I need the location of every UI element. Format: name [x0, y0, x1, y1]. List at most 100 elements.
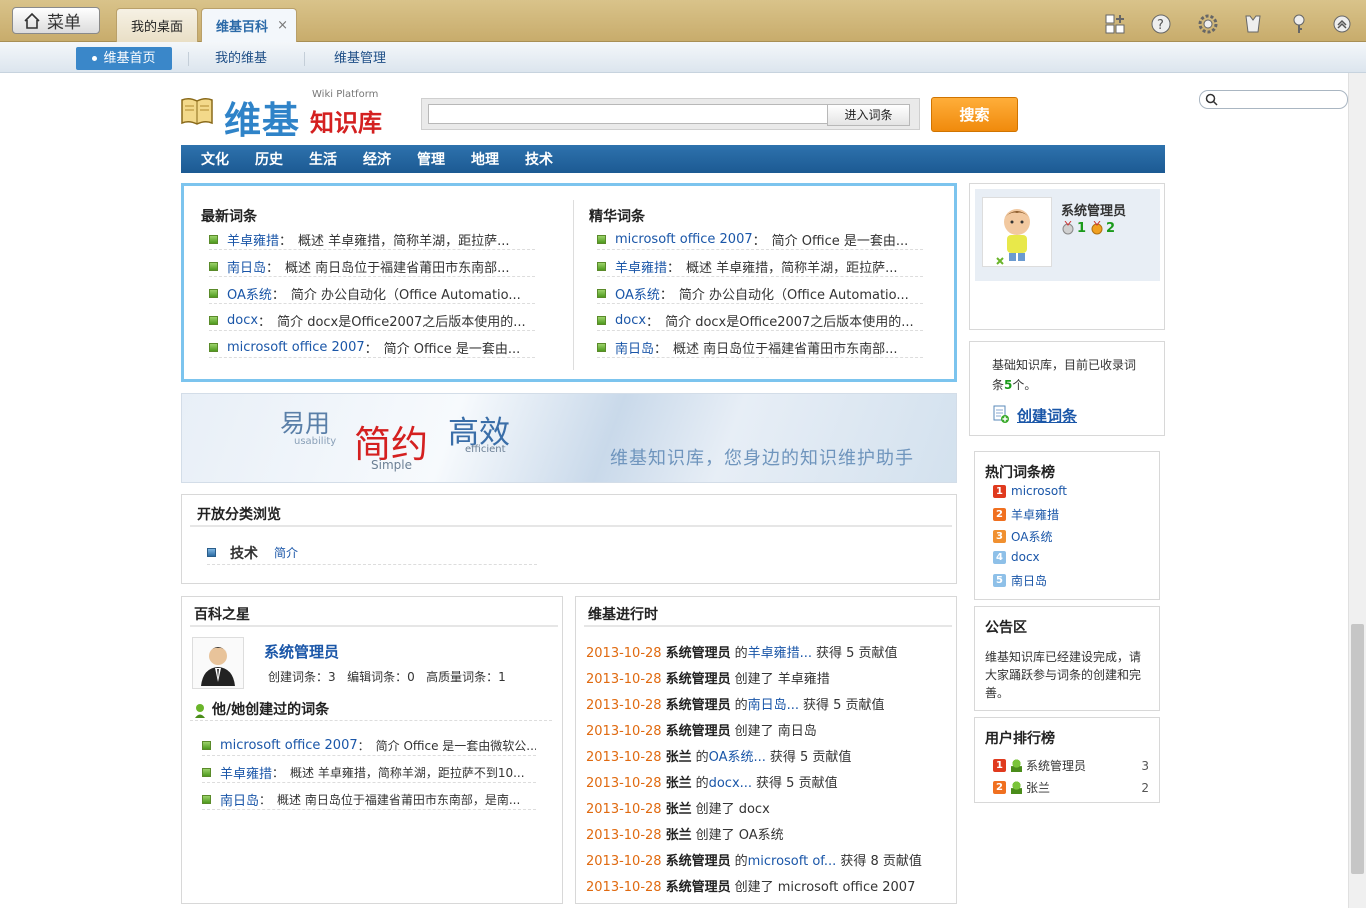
page-scrollbar[interactable] [1348, 73, 1366, 908]
menu-button[interactable]: 菜单 [12, 7, 100, 34]
bullet-icon [202, 768, 211, 777]
subnav-wiki-home[interactable]: 维基首页 [76, 47, 172, 70]
category-life[interactable]: 生活 [309, 149, 337, 169]
entry-link[interactable]: 羊卓雍措 [615, 257, 667, 276]
category-history[interactable]: 历史 [255, 149, 283, 169]
skin-icon[interactable] [1242, 13, 1264, 35]
entry-link[interactable]: microsoft office 2007 [227, 340, 365, 355]
tab-wiki[interactable]: 维基百科 × [201, 8, 297, 42]
top-search-input[interactable] [1199, 90, 1348, 109]
user-rank-title: 用户排行榜 [985, 731, 1055, 747]
category-geography[interactable]: 地理 [471, 149, 499, 169]
hot-entry-link[interactable]: docx [1011, 550, 1040, 564]
key-icon[interactable] [1288, 13, 1310, 35]
entry-row: microsoft office 2007： 简介 Office 是一套由... [597, 230, 923, 250]
user-icon [1011, 781, 1022, 794]
tab-my-desktop[interactable]: 我的桌面 [116, 8, 198, 42]
enter-entry-button[interactable]: 进入词条 [827, 104, 910, 126]
wiki-logo: 维基 Wiki Platform 知识库 [180, 89, 400, 142]
entry-link[interactable]: microsoft office 2007 [220, 738, 358, 753]
activity-date: 2013-10-28 [586, 880, 662, 895]
entry-link[interactable]: OA系统 [615, 284, 660, 303]
entry-link[interactable]: microsoft office 2007 [615, 232, 753, 247]
activity-user: 系统管理员 [665, 854, 731, 869]
search-box: 进入词条 [421, 98, 920, 130]
created-entries-title: 他/她创建过的词条 [212, 702, 330, 718]
entry-link[interactable]: docx [227, 313, 258, 328]
logo-title-red: 知识库 [310, 109, 382, 137]
activity-text: 的 [734, 698, 748, 713]
entry-link[interactable]: 南日岛 [227, 257, 266, 276]
activity-date: 2013-10-28 [586, 750, 662, 765]
hot-entry-row: 5 南日岛 [993, 572, 1047, 589]
activity-text: 的 [734, 646, 748, 661]
search-icon [1205, 93, 1218, 106]
logo-title-blue: 维基 [224, 99, 300, 142]
hot-entry-link[interactable]: OA系统 [1011, 528, 1052, 545]
user-rank-score: 2 [1141, 780, 1149, 795]
open-category-link[interactable]: 简介 [274, 544, 298, 561]
rank-badge: 4 [993, 550, 1006, 564]
activity-text: 获得 8 贡献值 [840, 854, 922, 869]
entry-row: microsoft office 2007： 简介 Office 是一套由微软公.… [202, 736, 536, 756]
activity-text: 获得 5 贡献值 [803, 698, 885, 713]
entry-row: microsoft office 2007： 简介 Office 是一套由... [209, 338, 535, 358]
star-stats: 创建词条：3 编辑词条：0 高质量词条：1 [268, 670, 506, 684]
scroll-thumb[interactable] [1351, 624, 1364, 874]
activity-row: 2013-10-28 张兰 的OA系统... 获得 5 贡献值 [586, 746, 851, 765]
hot-entry-link[interactable]: 南日岛 [1011, 572, 1047, 589]
profile-name: 系统管理员 [1061, 204, 1127, 219]
hot-entry-link[interactable]: microsoft [1011, 484, 1067, 498]
category-technology[interactable]: 技术 [525, 149, 553, 169]
entry-colon: ： [659, 288, 673, 303]
activity-text: 的 [695, 750, 709, 765]
activity-link[interactable]: docx... [709, 776, 752, 791]
user-rank-row: 1 系统管理员 3 [993, 757, 1149, 774]
user-rank-row: 2 张兰 2 [993, 779, 1149, 796]
entry-row: 南日岛： 概述 南日岛位于福建省莆田市东南部... [597, 338, 923, 358]
category-culture[interactable]: 文化 [201, 149, 229, 169]
entry-link[interactable]: 羊卓雍措 [220, 763, 272, 782]
activity-user: 张兰 [665, 750, 692, 765]
activity-text: 获得 5 贡献值 [756, 776, 838, 791]
entry-row: 羊卓雍措： 概述 羊卓雍措，简称羊湖，距拉萨不到10... [202, 763, 536, 783]
collapse-icon[interactable] [1331, 13, 1353, 35]
entry-desc: 简介 docx是Office2007之后版本使用的... [665, 315, 914, 330]
rank-badge: 2 [993, 508, 1006, 521]
hot-entries-panel: 热门词条榜 1 microsoft 2 羊卓雍措 3 OA系统 4 docx 5 南日岛 [974, 451, 1160, 600]
category-economy[interactable]: 经济 [363, 149, 391, 169]
entry-colon: ： [357, 739, 370, 753]
star-user-link[interactable]: 系统管理员 [264, 641, 339, 662]
entry-colon: ： [259, 793, 272, 807]
activity-link[interactable]: OA系统... [709, 750, 766, 765]
help-icon[interactable]: ? [1150, 13, 1172, 35]
search-input[interactable] [428, 104, 828, 124]
entry-link[interactable]: docx [615, 313, 646, 328]
activity-text: 的 [734, 854, 748, 869]
entry-row: 南日岛： 概述 南日岛位于福建省莆田市东南部，是南... [202, 790, 536, 810]
user-rank-name: 系统管理员 [1026, 759, 1087, 773]
activity-user: 系统管理员 [665, 880, 731, 895]
banner: 易用 usability 简约 Simple 高效 efficient 维基知识… [181, 393, 957, 483]
rank-badge: 5 [993, 574, 1006, 587]
subnav-wiki-admin[interactable]: 维基管理 [315, 47, 405, 70]
entry-link[interactable]: OA系统 [227, 284, 272, 303]
subnav-my-wiki[interactable]: 我的维基 [196, 47, 286, 70]
settings-icon[interactable] [1197, 13, 1219, 35]
entry-link[interactable]: 南日岛 [220, 790, 259, 809]
activity-link[interactable]: microsoft of... [748, 854, 837, 869]
create-entry-link[interactable]: 创建词条 [1017, 405, 1077, 426]
entry-link[interactable]: 羊卓雍措 [227, 230, 279, 249]
bullet-icon [209, 262, 218, 271]
activity-link[interactable]: 南日岛... [748, 698, 799, 713]
close-icon[interactable]: × [277, 18, 288, 33]
activity-link[interactable]: 羊卓雍措... [748, 646, 812, 661]
activity-text: 创建了 羊卓雍措 [734, 672, 830, 687]
search-button[interactable]: 搜索 [931, 97, 1018, 132]
user-rank-panel: 用户排行榜 1 系统管理员 3 2 张兰 2 [974, 717, 1160, 803]
hot-entry-link[interactable]: 羊卓雍措 [1011, 506, 1059, 523]
notice-title: 公告区 [985, 620, 1027, 636]
category-management[interactable]: 管理 [417, 149, 445, 169]
entry-link[interactable]: 南日岛 [615, 338, 654, 357]
add-widget-icon[interactable] [1104, 13, 1126, 35]
